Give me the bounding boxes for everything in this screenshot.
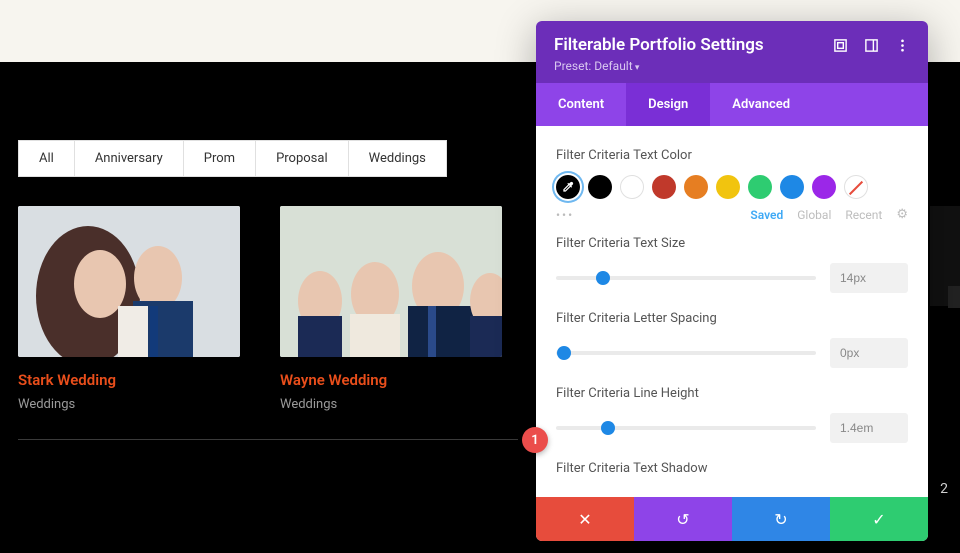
filter-tab-all[interactable]: All <box>19 141 75 176</box>
undo-icon: ↺ <box>676 510 689 529</box>
annotation-badge: 1 <box>522 427 548 453</box>
panel-header: Filterable Portfolio Settings Preset: De… <box>536 21 928 83</box>
tab-design[interactable]: Design <box>626 83 710 126</box>
partial-offscreen-card <box>930 206 960 306</box>
redo-icon: ↻ <box>774 510 787 529</box>
panel-footer: ✕ ↺ ↻ ✓ <box>536 497 928 541</box>
tab-content[interactable]: Content <box>536 83 626 126</box>
color-swatch[interactable] <box>588 175 612 199</box>
more-dots-icon[interactable]: ••• <box>556 208 574 222</box>
line-height-slider[interactable] <box>556 421 816 435</box>
kebab-menu-icon[interactable] <box>895 38 910 53</box>
color-swatch[interactable] <box>620 175 644 199</box>
save-button[interactable]: ✓ <box>830 497 928 541</box>
panel-tabs: Content Design Advanced <box>536 83 928 126</box>
redo-button[interactable]: ↻ <box>732 497 830 541</box>
swatch-tab-saved[interactable]: Saved <box>750 208 783 222</box>
undo-button[interactable]: ↺ <box>634 497 732 541</box>
spacing-section-label: Filter Criteria Letter Spacing <box>556 311 908 326</box>
filter-tab-anniversary[interactable]: Anniversary <box>75 141 184 176</box>
portfolio-card[interactable]: Wayne Wedding Weddings <box>280 206 502 412</box>
swatch-tab-global[interactable]: Global <box>797 208 831 222</box>
slider-thumb[interactable] <box>601 421 615 435</box>
portfolio-category: Weddings <box>280 397 502 412</box>
panel-title: Filterable Portfolio Settings <box>554 35 764 55</box>
portfolio-title: Stark Wedding <box>18 371 240 389</box>
portfolio-category: Weddings <box>18 397 240 412</box>
shadow-section-label: Filter Criteria Text Shadow <box>556 461 908 476</box>
eyedropper-swatch[interactable] <box>556 175 580 199</box>
cancel-button[interactable]: ✕ <box>536 497 634 541</box>
color-swatch[interactable] <box>684 175 708 199</box>
letter-spacing-input[interactable] <box>830 338 908 368</box>
no-color-swatch[interactable] <box>844 175 868 199</box>
portfolio-thumbnail <box>18 206 240 357</box>
lineheight-section-label: Filter Criteria Line Height <box>556 386 908 401</box>
color-section-label: Filter Criteria Text Color <box>556 148 908 163</box>
snap-panel-icon[interactable] <box>864 38 879 53</box>
text-size-slider[interactable] <box>556 271 816 285</box>
line-height-input[interactable] <box>830 413 908 443</box>
filter-tab-proposal[interactable]: Proposal <box>256 141 349 176</box>
filter-tab-prom[interactable]: Prom <box>184 141 256 176</box>
preset-dropdown[interactable]: Preset: Default <box>554 59 910 73</box>
page-number[interactable]: 2 <box>940 481 948 497</box>
color-swatch[interactable] <box>780 175 804 199</box>
color-swatch[interactable] <box>812 175 836 199</box>
color-swatches <box>556 175 908 199</box>
portfolio-filter-bar: All Anniversary Prom Proposal Weddings <box>18 140 447 177</box>
settings-panel: Filterable Portfolio Settings Preset: De… <box>536 21 928 541</box>
slider-thumb[interactable] <box>596 271 610 285</box>
panel-body: Filter Criteria Text Color ••• Saved Glo… <box>536 126 928 497</box>
text-size-input[interactable] <box>830 263 908 293</box>
divider <box>18 439 518 440</box>
swatch-tab-recent[interactable]: Recent <box>845 208 882 222</box>
check-icon: ✓ <box>872 510 885 529</box>
letter-spacing-slider[interactable] <box>556 346 816 360</box>
filter-tab-weddings[interactable]: Weddings <box>349 141 446 176</box>
size-section-label: Filter Criteria Text Size <box>556 236 908 251</box>
tab-advanced[interactable]: Advanced <box>710 83 812 126</box>
color-swatch[interactable] <box>716 175 740 199</box>
gear-icon[interactable]: ⚙ <box>896 207 908 222</box>
expand-icon[interactable] <box>833 38 848 53</box>
slider-thumb[interactable] <box>557 346 571 360</box>
portfolio-grid: Stark Wedding Weddings Wayne Wedding Wed… <box>18 206 502 412</box>
portfolio-card[interactable]: Stark Wedding Weddings <box>18 206 240 412</box>
portfolio-thumbnail <box>280 206 502 357</box>
color-swatch[interactable] <box>748 175 772 199</box>
portfolio-title: Wayne Wedding <box>280 371 502 389</box>
close-icon: ✕ <box>578 510 591 529</box>
color-swatch[interactable] <box>652 175 676 199</box>
